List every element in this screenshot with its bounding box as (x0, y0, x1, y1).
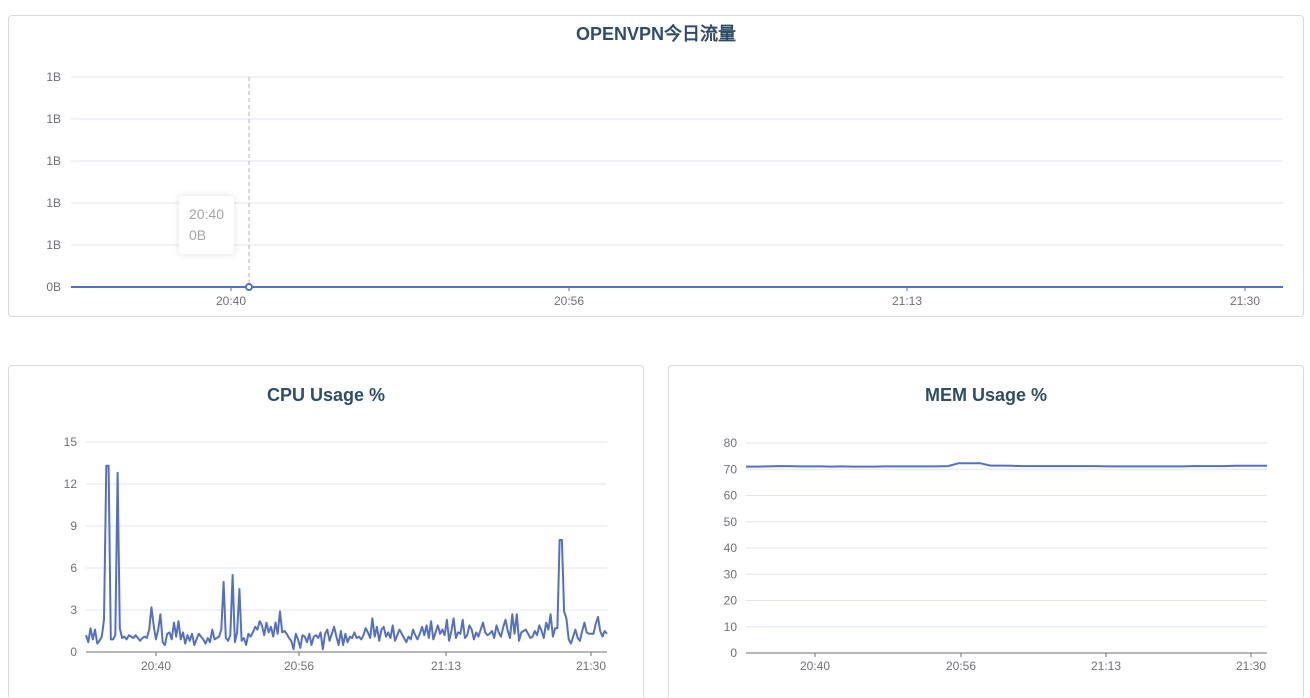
y-tick-label: 0 (70, 645, 77, 659)
y-tick-label: 1B (46, 196, 61, 210)
y-tick-label: 1B (46, 154, 61, 168)
series-line (746, 462, 1267, 468)
x-tick-label: 20:56 (554, 294, 584, 308)
y-tick-label: 1B (46, 112, 61, 126)
y-tick-label: 80 (724, 436, 738, 450)
x-tick-label: 21:13 (431, 659, 461, 673)
x-tick-label: 21:30 (1236, 659, 1266, 673)
y-tick-label: 50 (724, 515, 738, 529)
tooltip-value: 0B (189, 227, 207, 243)
traffic-chart[interactable]: 0B 1B 1B 1B 1B 1B 20:40 20:56 21:13 21:30 (9, 16, 1305, 318)
y-tick-label: 12 (64, 477, 78, 491)
y-tick-label: 20 (724, 594, 738, 608)
mem-chart[interactable]: 0 10 20 30 40 50 60 70 80 20:40 20:56 21:13 21:30 (669, 366, 1305, 698)
x-tick-label: 20:56 (946, 659, 976, 673)
y-tick-label: 0B (46, 280, 61, 294)
highlight-point (245, 283, 253, 291)
y-tick-label: 70 (724, 462, 738, 476)
x-tick-label: 20:40 (800, 659, 830, 673)
cpu-chart[interactable]: 0 3 6 9 12 15 20:40 20:56 21:13 21:30 (9, 366, 645, 698)
y-tick-label: 60 (724, 489, 738, 503)
traffic-chart-panel: OPENVPN今日流量 0B 1B 1B 1B 1B 1B 20:40 20:56 21:13 2… (8, 15, 1304, 317)
mem-chart-panel: MEM Usage % 0 10 20 30 40 50 60 70 80 20:40 20:56 2… (668, 365, 1304, 697)
y-tick-label: 40 (724, 541, 738, 555)
series-line (85, 464, 608, 651)
x-tick-label: 20:40 (216, 294, 246, 308)
y-tick-label: 9 (70, 519, 77, 533)
y-tick-label: 6 (70, 561, 77, 575)
traffic-tooltip: 20:40 0B (179, 196, 235, 254)
y-tick-label: 1B (46, 238, 61, 252)
y-tick-label: 15 (64, 435, 78, 449)
x-tick-label: 21:13 (892, 294, 922, 308)
y-tick-label: 1B (46, 70, 61, 84)
y-tick-label: 0 (730, 646, 737, 660)
cpu-chart-panel: CPU Usage % 0 3 6 9 12 15 20:40 20:56 21:13 21:30 (8, 365, 644, 697)
x-tick-label: 20:40 (141, 659, 171, 673)
x-tick-label: 21:13 (1091, 659, 1121, 673)
y-tick-label: 10 (724, 620, 738, 634)
x-tick-label: 21:30 (1230, 294, 1260, 308)
y-tick-label: 30 (724, 567, 738, 581)
tooltip-time: 20:40 (189, 206, 225, 222)
x-tick-label: 20:56 (284, 659, 314, 673)
y-tick-label: 3 (70, 603, 77, 617)
x-tick-label: 21:30 (576, 659, 606, 673)
